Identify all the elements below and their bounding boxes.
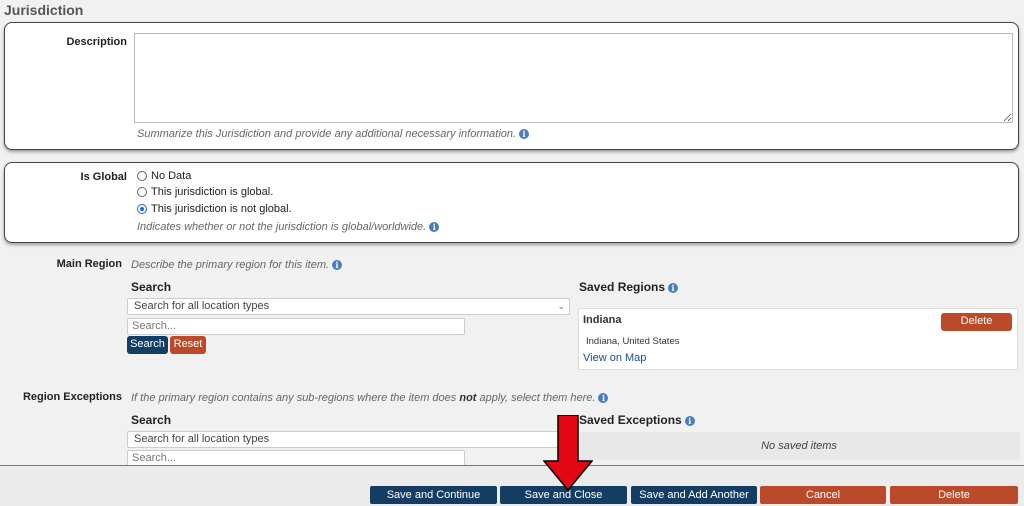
- region-exceptions-label: Region Exceptions: [22, 391, 122, 403]
- radio-label: This jurisdiction is not global.: [151, 203, 292, 215]
- saved-regions-heading: Saved Regions i: [579, 280, 679, 294]
- delete-button[interactable]: Delete: [890, 486, 1018, 504]
- description-label: Description: [66, 36, 127, 48]
- cancel-button[interactable]: Cancel: [760, 486, 886, 504]
- form-footer: Save and Continue Save and Close Save an…: [0, 465, 1024, 506]
- arrow-down-icon: [543, 415, 593, 491]
- chevron-down-icon: ⌄: [557, 301, 565, 311]
- save-and-continue-button[interactable]: Save and Continue: [370, 486, 497, 504]
- is-global-panel: Is Global No Data This jurisdiction is g…: [4, 162, 1019, 243]
- radio-button[interactable]: [137, 187, 147, 197]
- main-region-search-heading: Search: [131, 280, 172, 294]
- view-on-map-link[interactable]: View on Map: [583, 352, 646, 364]
- radio-not-global[interactable]: This jurisdiction is not global.: [137, 202, 292, 216]
- is-global-help-text: Indicates whether or not the jurisdictio…: [137, 221, 427, 233]
- section-title: Jurisdiction: [4, 2, 84, 18]
- region-exceptions-type-select[interactable]: Search for all location types: [127, 431, 570, 448]
- radio-no-data[interactable]: No Data: [137, 169, 191, 183]
- region-exceptions-help-bold: not: [459, 392, 477, 404]
- main-region-help: Describe the primary region for this ite…: [131, 259, 343, 271]
- saved-exceptions-heading-text: Saved Exceptions: [579, 413, 682, 427]
- radio-global[interactable]: This jurisdiction is global.: [137, 185, 273, 199]
- radio-button[interactable]: [137, 171, 147, 181]
- is-global-label: Is Global: [80, 171, 127, 183]
- radio-button-selected[interactable]: [137, 204, 147, 214]
- radio-label: This jurisdiction is global.: [151, 186, 274, 198]
- description-textarea[interactable]: [134, 33, 1013, 123]
- saved-regions-heading-text: Saved Regions: [579, 280, 666, 294]
- info-icon[interactable]: i: [598, 393, 609, 404]
- info-icon[interactable]: i: [332, 260, 343, 271]
- main-region-label: Main Region: [56, 258, 122, 270]
- region-exceptions-search-heading: Search: [131, 413, 172, 427]
- search-button[interactable]: Search: [127, 336, 168, 354]
- select-value: Search for all location types: [134, 433, 270, 445]
- delete-region-button[interactable]: Delete: [941, 313, 1012, 331]
- radio-label: No Data: [151, 170, 192, 182]
- region-exceptions-help: If the primary region contains any sub-r…: [131, 392, 609, 404]
- description-help: Summarize this Jurisdiction and provide …: [137, 128, 530, 140]
- region-exceptions-help-before: If the primary region contains any sub-r…: [131, 392, 460, 404]
- main-region-type-select[interactable]: Search for all location types ⌄: [127, 298, 570, 315]
- saved-exceptions-heading: Saved Exceptions i: [579, 413, 695, 427]
- is-global-help: Indicates whether or not the jurisdictio…: [137, 221, 440, 233]
- info-icon[interactable]: i: [519, 129, 530, 140]
- saved-exceptions-empty: No saved items: [578, 432, 1020, 460]
- info-icon[interactable]: i: [668, 282, 679, 293]
- saved-region-name: Indiana: [583, 314, 622, 326]
- region-exceptions-help-after: apply, select them here.: [476, 392, 596, 404]
- info-icon[interactable]: i: [684, 415, 695, 426]
- save-and-add-another-button[interactable]: Save and Add Another: [631, 486, 757, 504]
- main-region-help-text: Describe the primary region for this ite…: [131, 259, 330, 271]
- info-icon[interactable]: i: [429, 222, 440, 233]
- reset-button[interactable]: Reset: [170, 336, 206, 354]
- main-region-search-input[interactable]: Search...: [127, 318, 465, 335]
- saved-region-item: Indiana Indiana, United States View on M…: [578, 308, 1018, 370]
- select-value: Search for all location types: [134, 300, 270, 312]
- description-help-text: Summarize this Jurisdiction and provide …: [137, 128, 517, 140]
- saved-region-location: Indiana, United States: [586, 336, 680, 347]
- description-panel: Description Summarize this Jurisdiction …: [4, 22, 1019, 150]
